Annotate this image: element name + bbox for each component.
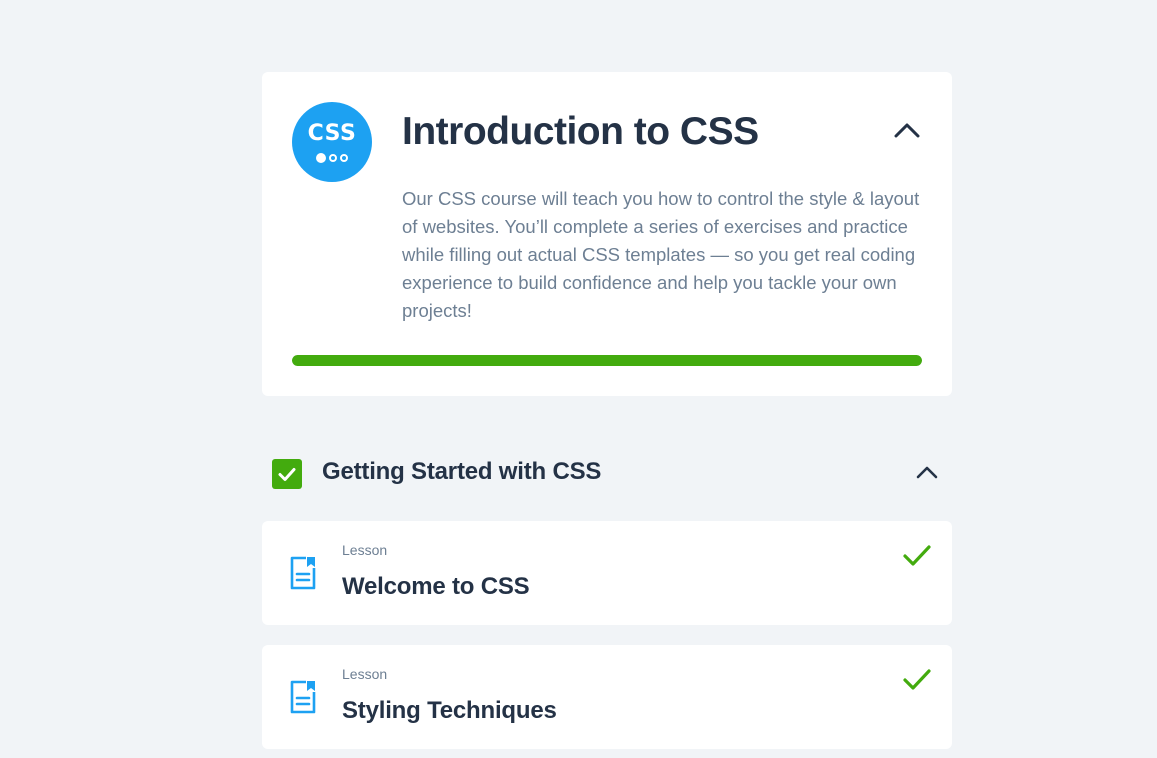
checkmark-icon bbox=[902, 667, 932, 693]
lesson-type-label: Lesson bbox=[342, 542, 388, 558]
checkbox-checked-icon bbox=[272, 459, 302, 489]
course-progress-fill bbox=[292, 355, 922, 366]
course-progress-bar bbox=[292, 355, 922, 366]
checkmark-icon bbox=[902, 543, 932, 569]
lesson-document-icon bbox=[289, 556, 317, 590]
chevron-up-icon bbox=[916, 466, 938, 479]
logo-dot-empty bbox=[340, 154, 348, 162]
section-header[interactable]: Getting Started with CSS bbox=[262, 445, 952, 501]
logo-dot-empty bbox=[329, 154, 337, 162]
course-card: CSS Introduction to CSS Our CSS course w… bbox=[262, 72, 952, 396]
course-collapse-button[interactable] bbox=[892, 116, 922, 146]
course-logo-dots bbox=[292, 153, 372, 166]
course-logo-text: CSS bbox=[307, 121, 357, 146]
section-collapse-button[interactable] bbox=[914, 459, 940, 485]
logo-dot-filled bbox=[316, 153, 326, 163]
lesson-card[interactable]: Lesson Welcome to CSS bbox=[262, 521, 952, 625]
course-description: Our CSS course will teach you how to con… bbox=[402, 188, 920, 321]
lesson-title[interactable]: Welcome to CSS bbox=[342, 572, 530, 602]
lesson-type-label: Lesson bbox=[342, 666, 388, 682]
lesson-document-icon bbox=[289, 680, 317, 714]
css-course-logo-icon: CSS bbox=[292, 102, 372, 182]
lesson-title[interactable]: Styling Techniques bbox=[342, 696, 557, 726]
section-title: Getting Started with CSS bbox=[322, 458, 602, 485]
course-title: Introduction to CSS bbox=[402, 110, 759, 153]
chevron-up-icon bbox=[894, 123, 920, 138]
lesson-card[interactable]: Lesson Styling Techniques bbox=[262, 645, 952, 749]
